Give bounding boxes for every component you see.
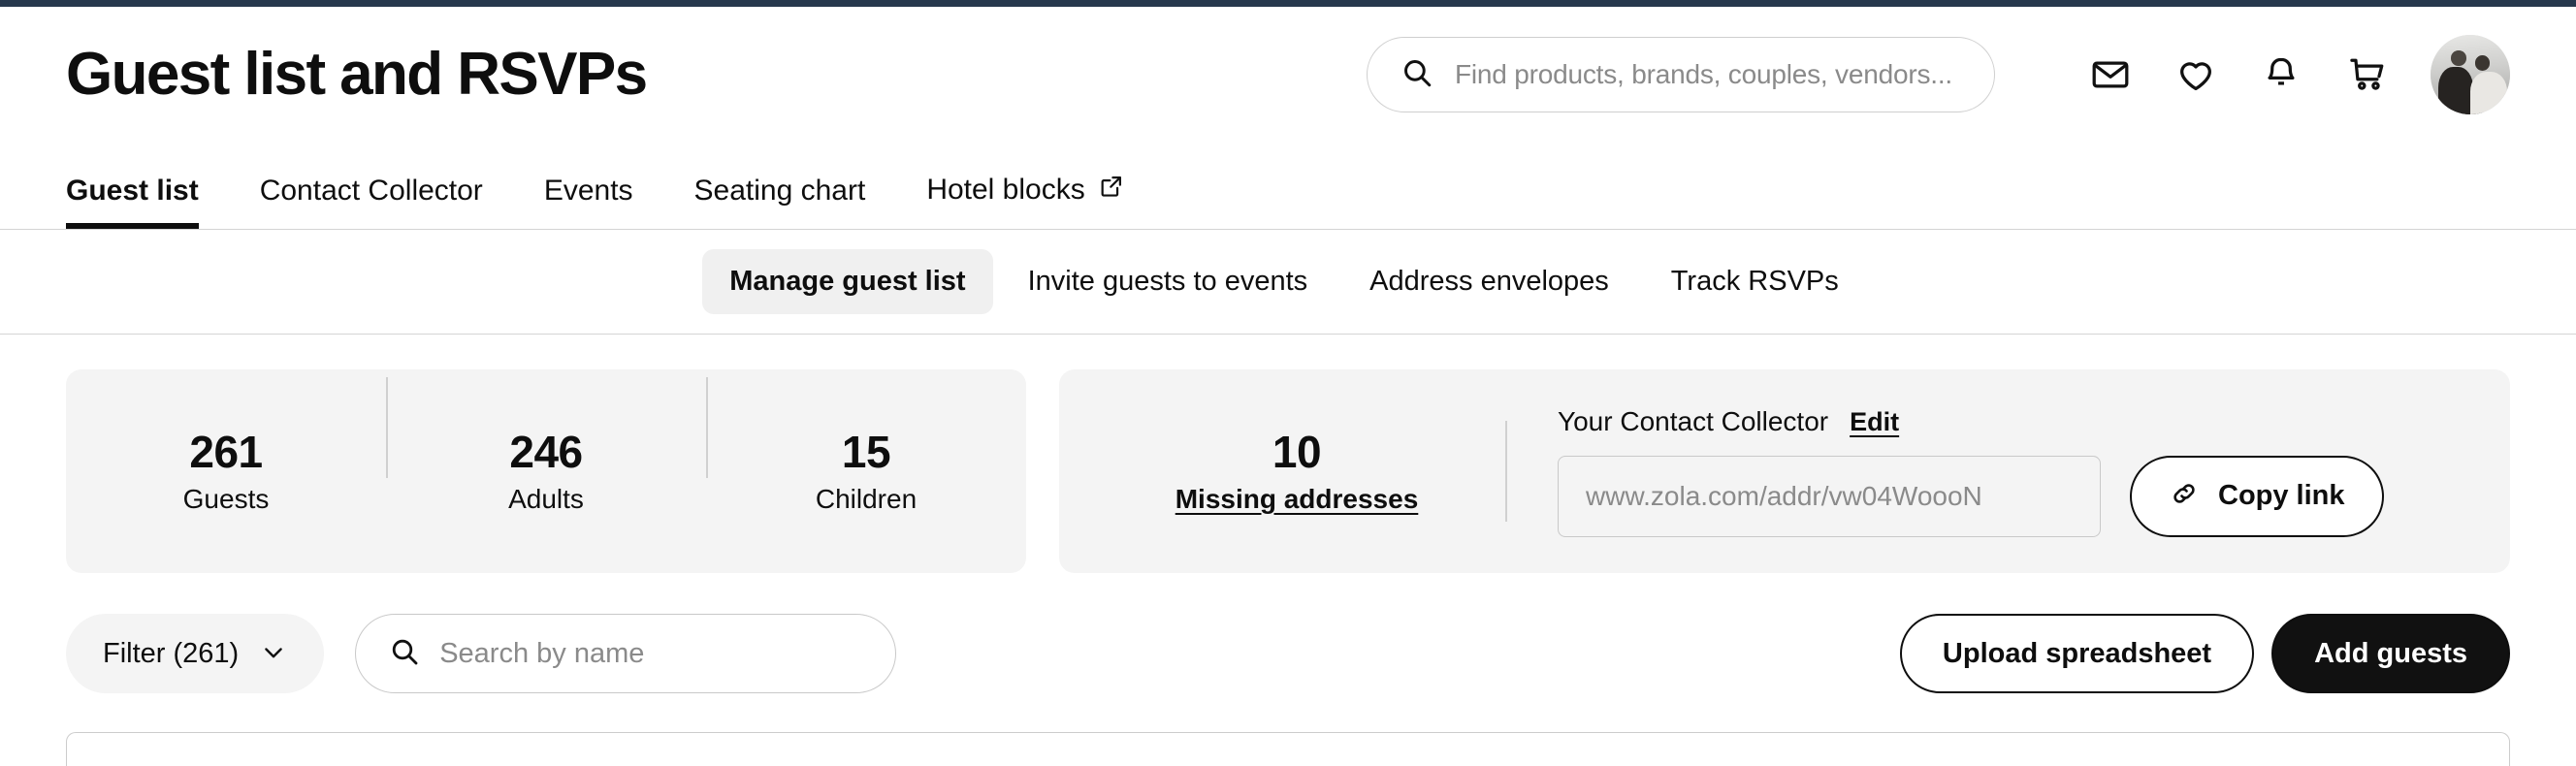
tab-events[interactable]: Events: [544, 175, 633, 229]
filter-button-label: Filter (261): [103, 637, 240, 669]
edit-link[interactable]: Edit: [1850, 407, 1899, 437]
stat-guests: 261 Guests: [66, 428, 386, 515]
contact-collector-label: Your Contact Collector: [1558, 405, 1829, 436]
search-icon: [389, 636, 420, 672]
avatar-head-left: [2451, 50, 2466, 66]
guest-search-placeholder: Search by name: [439, 637, 645, 669]
shopping-cart-icon: [2346, 54, 2387, 95]
user-avatar[interactable]: [2431, 35, 2510, 114]
global-search-input[interactable]: Find products, brands, couples, vendors.…: [1367, 37, 1995, 112]
envelope-icon: [2090, 54, 2131, 95]
contact-collector-url-text: www.zola.com/addr/vw04WoooN: [1586, 480, 1982, 511]
contact-collector-card: 10 Missing addresses Your Contact Collec…: [1059, 369, 2510, 573]
contact-collector-link-area: Your Contact Collector Edit www.zola.com…: [1505, 406, 2510, 537]
missing-addresses-stat: 10 Missing addresses: [1059, 428, 1505, 515]
bell-icon: [2261, 54, 2302, 95]
stat-value: 246: [509, 427, 583, 478]
stat-label: Guests: [182, 483, 270, 514]
notifications-button[interactable]: [2238, 37, 2324, 112]
header-actions: Find products, brands, couples, vendors.…: [1367, 35, 2510, 114]
secondary-nav: Manage guest list Invite guests to event…: [0, 230, 2576, 335]
tab-label: Contact Collector: [259, 175, 483, 207]
tab-label: Events: [543, 175, 633, 207]
copy-link-label: Copy link: [2218, 480, 2345, 511]
add-guests-button[interactable]: Add guests: [2271, 614, 2510, 693]
tab-hotel-blocks[interactable]: Hotel blocks: [926, 173, 1124, 229]
subnav-invite-guests-to-events[interactable]: Invite guests to events: [1001, 249, 1336, 314]
copy-link-button[interactable]: Copy link: [2130, 455, 2384, 537]
subnav-manage-guest-list[interactable]: Manage guest list: [702, 249, 993, 314]
primary-tab-bar: Guest list Contact Collector Events Seat…: [0, 143, 2576, 230]
missing-addresses-link[interactable]: Missing addresses: [1088, 484, 1505, 515]
link-icon: [2169, 478, 2200, 514]
contact-collector-url-field[interactable]: www.zola.com/addr/vw04WoooN: [1558, 455, 2101, 537]
search-icon: [1401, 56, 1433, 94]
heart-icon: [2175, 54, 2216, 95]
messages-button[interactable]: [2068, 37, 2153, 112]
guest-table-container: [66, 732, 2510, 766]
summary-cards: 261 Guests 246 Adults 15 Children 10 Mis…: [0, 335, 2576, 573]
cart-button[interactable]: [2324, 37, 2409, 112]
tab-label: Hotel blocks: [926, 174, 1085, 206]
subnav-address-envelopes[interactable]: Address envelopes: [1342, 249, 1636, 314]
top-accent-bar: [0, 0, 2576, 7]
stat-label: Children: [815, 483, 918, 514]
tab-seating-chart[interactable]: Seating chart: [694, 175, 866, 229]
stat-value: 15: [841, 427, 891, 478]
avatar-figure-left: [2438, 66, 2474, 114]
external-link-icon: [1098, 173, 1125, 207]
global-search-placeholder: Find products, brands, couples, vendors.…: [1455, 59, 1952, 89]
page-header: Guest list and RSVPs Find products, bran…: [0, 7, 2576, 143]
guest-search-input[interactable]: Search by name: [355, 614, 897, 693]
filter-button[interactable]: Filter (261): [66, 614, 325, 693]
stat-children: 15 Children: [706, 377, 1026, 515]
stat-label: Adults: [508, 483, 584, 514]
tab-label: Guest list: [66, 175, 199, 207]
missing-addresses-value: 10: [1272, 427, 1322, 478]
guest-list-toolbar: Filter (261) Search by name Upload sprea…: [0, 573, 2576, 693]
tab-contact-collector[interactable]: Contact Collector: [260, 175, 483, 229]
upload-spreadsheet-button[interactable]: Upload spreadsheet: [1899, 614, 2255, 693]
tab-label: Seating chart: [693, 175, 866, 207]
contact-collector-heading-row: Your Contact Collector Edit: [1558, 406, 2462, 437]
tab-guest-list[interactable]: Guest list: [66, 175, 199, 229]
guest-stats-card: 261 Guests 246 Adults 15 Children: [66, 369, 1026, 573]
stat-adults: 246 Adults: [386, 377, 706, 515]
favorites-button[interactable]: [2153, 37, 2238, 112]
chevron-down-icon: [260, 639, 287, 669]
contact-collector-url-row: www.zola.com/addr/vw04WoooN Copy link: [1558, 455, 2462, 537]
subnav-track-rsvps[interactable]: Track RSVPs: [1644, 249, 1866, 314]
avatar-figure-right: [2470, 71, 2507, 114]
page-title: Guest list and RSVPs: [66, 41, 648, 108]
stat-value: 261: [189, 427, 263, 478]
